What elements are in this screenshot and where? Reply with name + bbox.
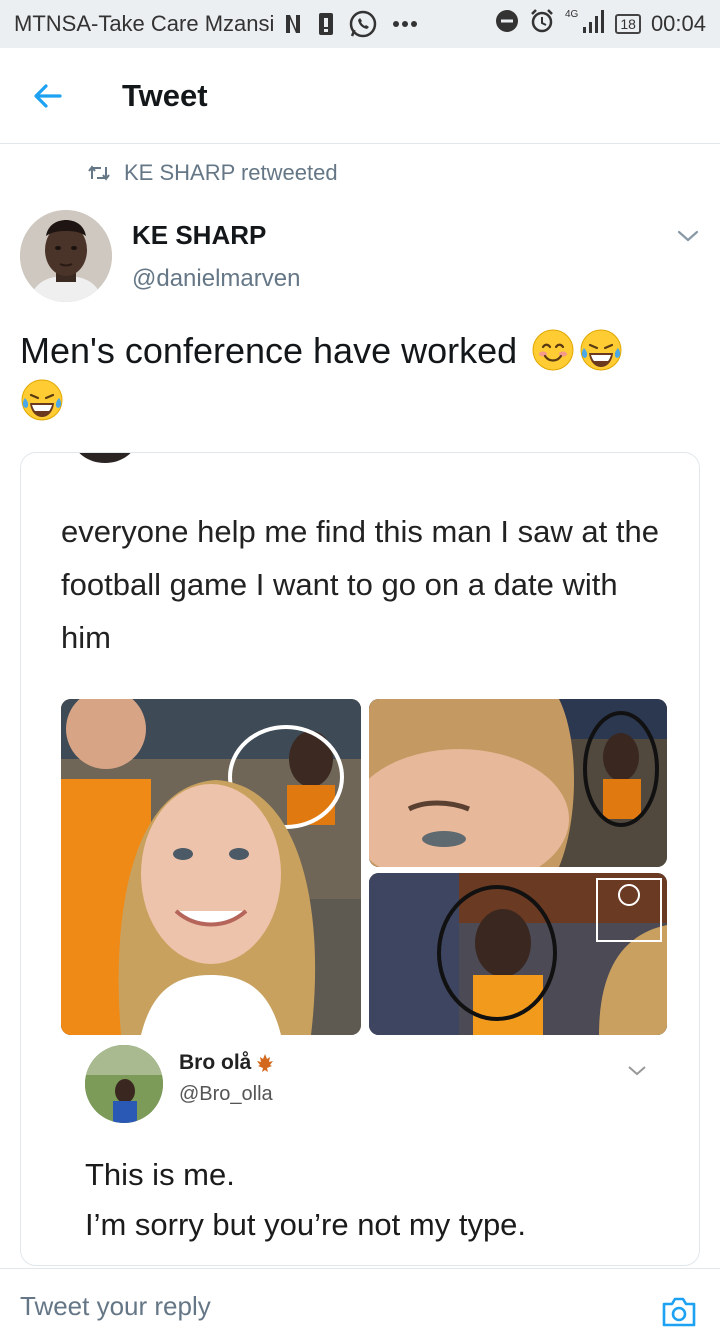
camera-icon [662,1297,696,1327]
author-handle[interactable]: @danielmarven [132,265,300,293]
retweet-icon [88,165,110,181]
tweet-text: Men's conference have worked [20,326,700,426]
chevron-down-icon [677,230,699,242]
netflix-icon [282,13,304,35]
signal-icon: 4G [565,7,605,41]
reply-bar [0,1268,720,1343]
page-title: Tweet [122,77,208,113]
maple-leaf-icon [257,1054,274,1072]
reply-name-text: Bro olå [179,1051,252,1074]
dnd-icon [495,9,519,39]
sim-icon [318,12,334,36]
reply-text-line2: I’m sorry but you’re not my type. [85,1207,527,1242]
cropped-avatar [73,453,137,463]
retweet-label: KE SHARP retweeted [124,160,338,185]
more-icon [392,20,418,28]
author-avatar[interactable] [20,210,112,302]
tears-of-joy-emoji [580,329,622,371]
tweet-body: Men's conference have worked [20,330,518,371]
reply-author-handle: @Bro_olla [179,1083,273,1105]
reply-input[interactable] [20,1276,620,1336]
reply-avatar [85,1045,163,1123]
smiling-face-emoji [532,329,574,371]
battery-icon: 18 [615,14,641,34]
reply-text-line1: This is me. [85,1157,235,1192]
meme-text: everyone help me find this man I saw at … [61,514,659,655]
whatsapp-icon [348,9,378,39]
arrow-left-icon [34,83,62,108]
chevron-down-icon [628,1066,646,1076]
back-button[interactable] [18,66,78,126]
stadium-photo [369,873,667,1035]
status-bar: MTNSA-Take Care Mzansi 4G 18 00:04 [0,0,720,48]
status-icons [282,9,418,39]
status-right: 4G 18 00:04 [495,7,706,41]
closeup-photo [369,699,667,867]
camera-button[interactable] [660,1293,698,1331]
reply-author-name: Bro olå [179,1051,275,1075]
tweet-options-button[interactable] [670,222,706,250]
author-name[interactable]: KE SHARP [132,220,266,251]
carrier-name: MTNSA-Take Care Mzansi [14,11,275,36]
selfie-photo [61,699,361,1035]
alarm-icon [529,8,555,40]
clock: 00:04 [650,11,706,36]
tweet-media[interactable]: everyone help me find this man I saw at … [20,452,700,1266]
retweet-context: KE SHARP retweeted [88,160,338,186]
app-header: Tweet [0,48,720,144]
svg-text:4G: 4G [565,9,579,20]
tears-of-joy-emoji [21,379,63,421]
